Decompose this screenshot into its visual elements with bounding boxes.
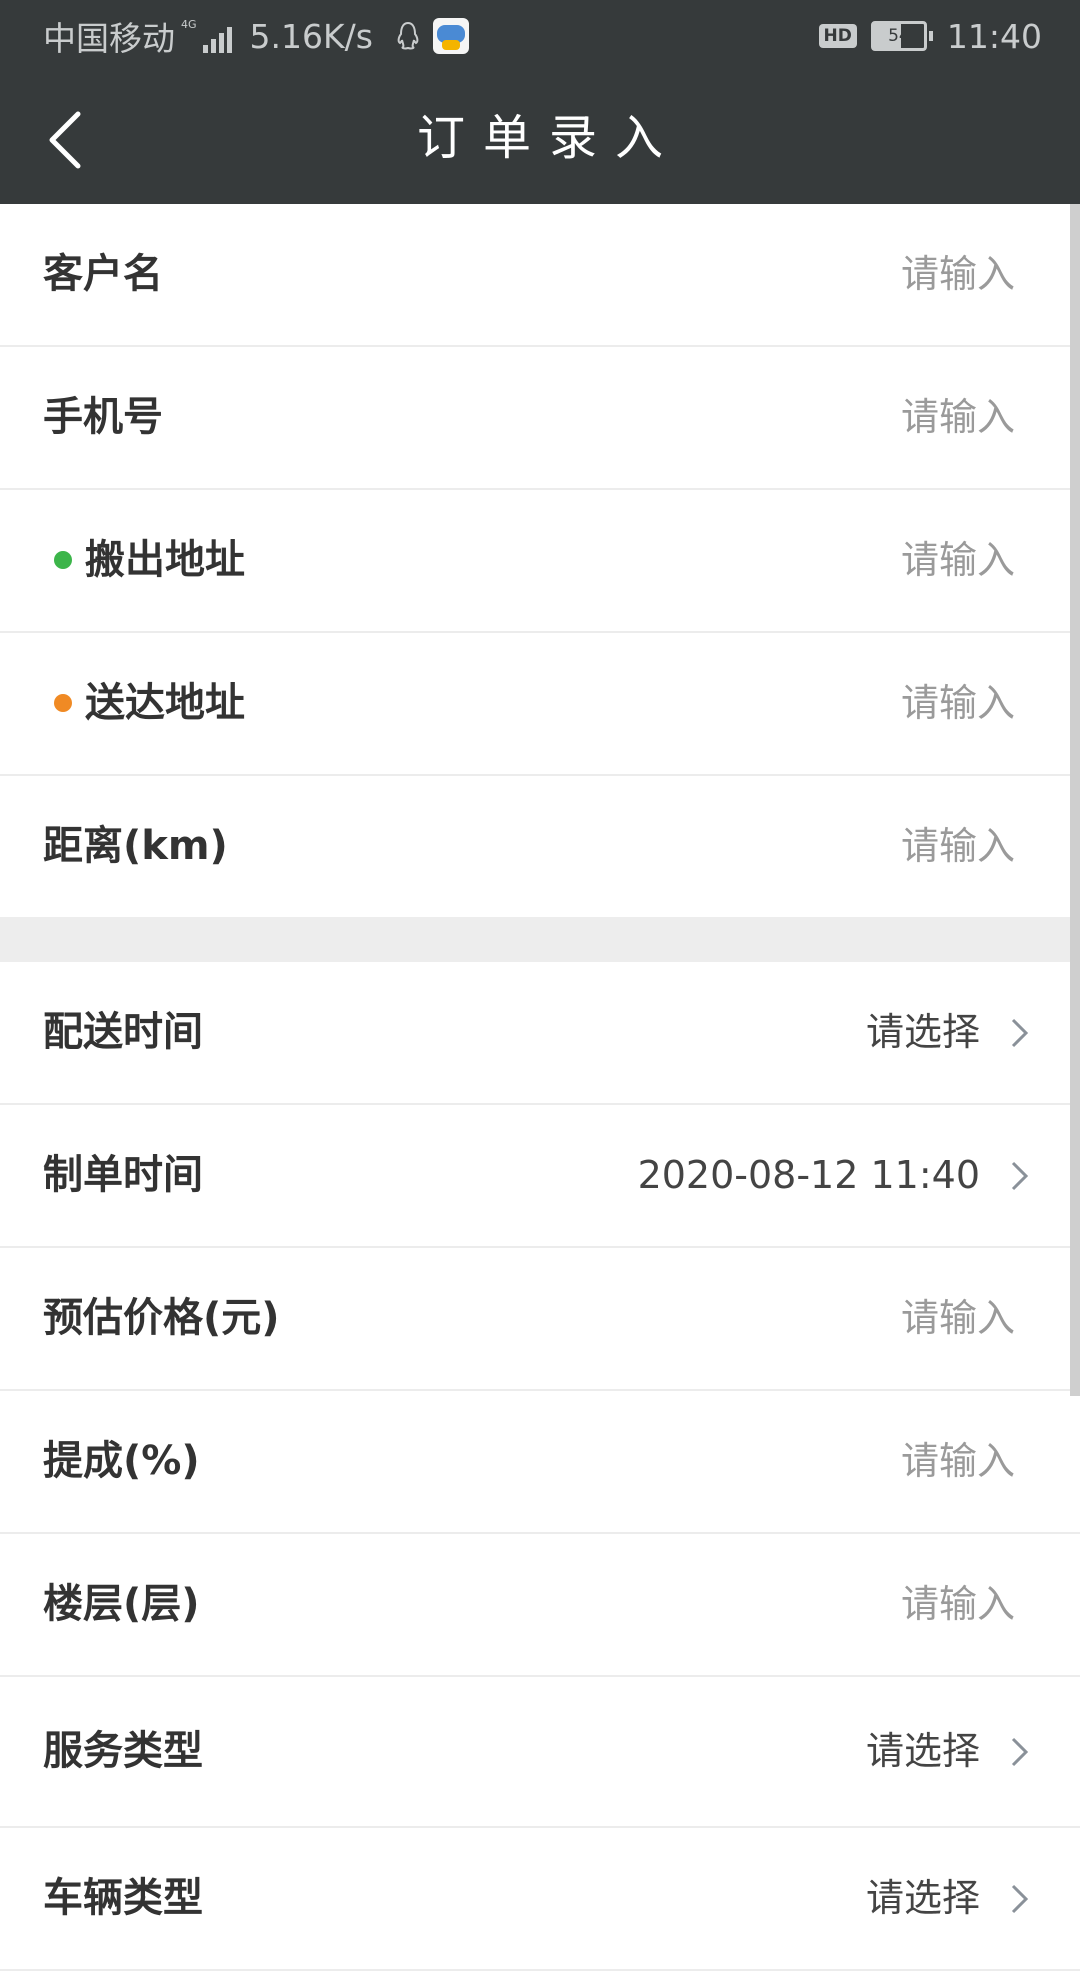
form-row-distance[interactable]: 距离(km) 请输入 [0,776,1080,917]
phone-input[interactable]: 请输入 [901,347,1015,488]
chevron-right-icon [1011,1737,1029,1767]
order-time-select[interactable]: 2020-08-12 11:40 [638,1105,980,1246]
distance-input[interactable]: 请输入 [901,776,1015,917]
network-type: 4G [181,18,197,31]
estimated-price-input[interactable]: 请输入 [901,1248,1015,1389]
delivery-address-label: 送达地址 [85,680,245,726]
floor-input[interactable]: 请输入 [901,1534,1015,1675]
chevron-right-icon [1011,1018,1029,1048]
distance-label: 距离(km) [43,823,228,869]
customer-name-input[interactable]: 请输入 [901,204,1015,345]
form-row-pickup-address[interactable]: 搬出地址 请输入 [0,490,1080,633]
pickup-address-label: 搬出地址 [85,537,245,583]
vehicle-type-label: 车辆类型 [43,1875,203,1921]
page-title: 订单录入 [416,110,681,166]
order-time-label: 制单时间 [43,1152,203,1198]
form-row-phone[interactable]: 手机号 请输入 [0,347,1080,490]
service-type-label: 服务类型 [43,1728,203,1774]
customer-name-label: 客户名 [43,251,163,297]
title-bar: 订单录入 [0,72,1080,204]
chevron-right-icon [1011,1884,1029,1914]
battery-level: 54 [870,21,927,51]
chevron-right-icon [1011,1161,1029,1191]
form-row-floor[interactable]: 楼层(层) 请输入 [0,1534,1080,1677]
floor-label: 楼层(层) [43,1581,200,1627]
form-row-delivery-address[interactable]: 送达地址 请输入 [0,633,1080,776]
commission-input[interactable]: 请输入 [901,1391,1015,1532]
carrier-name: 中国移动 [43,19,175,58]
form-row-commission[interactable]: 提成(%) 请输入 [0,1391,1080,1534]
phone-label: 手机号 [43,394,163,440]
delivery-dot-icon [54,694,72,712]
order-form: 客户名 请输入 手机号 请输入 搬出地址 请输入 送达地址 请输入 距离(km)… [0,204,1080,1971]
form-row-vehicle-type[interactable]: 车辆类型 请选择 [0,1828,1080,1971]
status-left: 中国移动 4G 5.16K/s [43,0,469,72]
pickup-address-input[interactable]: 请输入 [901,490,1015,631]
form-row-order-time[interactable]: 制单时间 2020-08-12 11:40 [0,1105,1080,1248]
status-right: HD 54 11:40 [818,0,1042,72]
delivery-time-select[interactable]: 请选择 [866,962,980,1103]
commission-label: 提成(%) [43,1438,200,1484]
delivery-address-input[interactable]: 请输入 [901,633,1015,774]
hd-badge: HD [818,24,857,48]
vehicle-type-select[interactable]: 请选择 [866,1828,980,1969]
clock-time: 11:40 [946,16,1042,56]
signal-icon: 4G [181,19,232,53]
form-row-delivery-time[interactable]: 配送时间 请选择 [0,962,1080,1105]
network-speed: 5.16K/s [249,16,373,56]
form-row-estimated-price[interactable]: 预估价格(元) 请输入 [0,1248,1080,1391]
battery-icon: 54 [870,21,933,51]
section-divider [0,917,1080,962]
qq-notification-icon [397,21,419,50]
delivery-time-label: 配送时间 [43,1009,203,1055]
scrollbar[interactable] [1070,204,1080,1396]
status-bar: 中国移动 4G 5.16K/s HD 54 11:40 [0,0,1080,72]
service-type-select[interactable]: 请选择 [866,1677,980,1826]
estimated-price-label: 预估价格(元) [43,1295,280,1341]
pickup-dot-icon [54,551,72,569]
form-row-service-type[interactable]: 服务类型 请选择 [0,1677,1080,1828]
app-notification-icon [432,18,469,54]
form-row-customer-name[interactable]: 客户名 请输入 [0,204,1080,347]
